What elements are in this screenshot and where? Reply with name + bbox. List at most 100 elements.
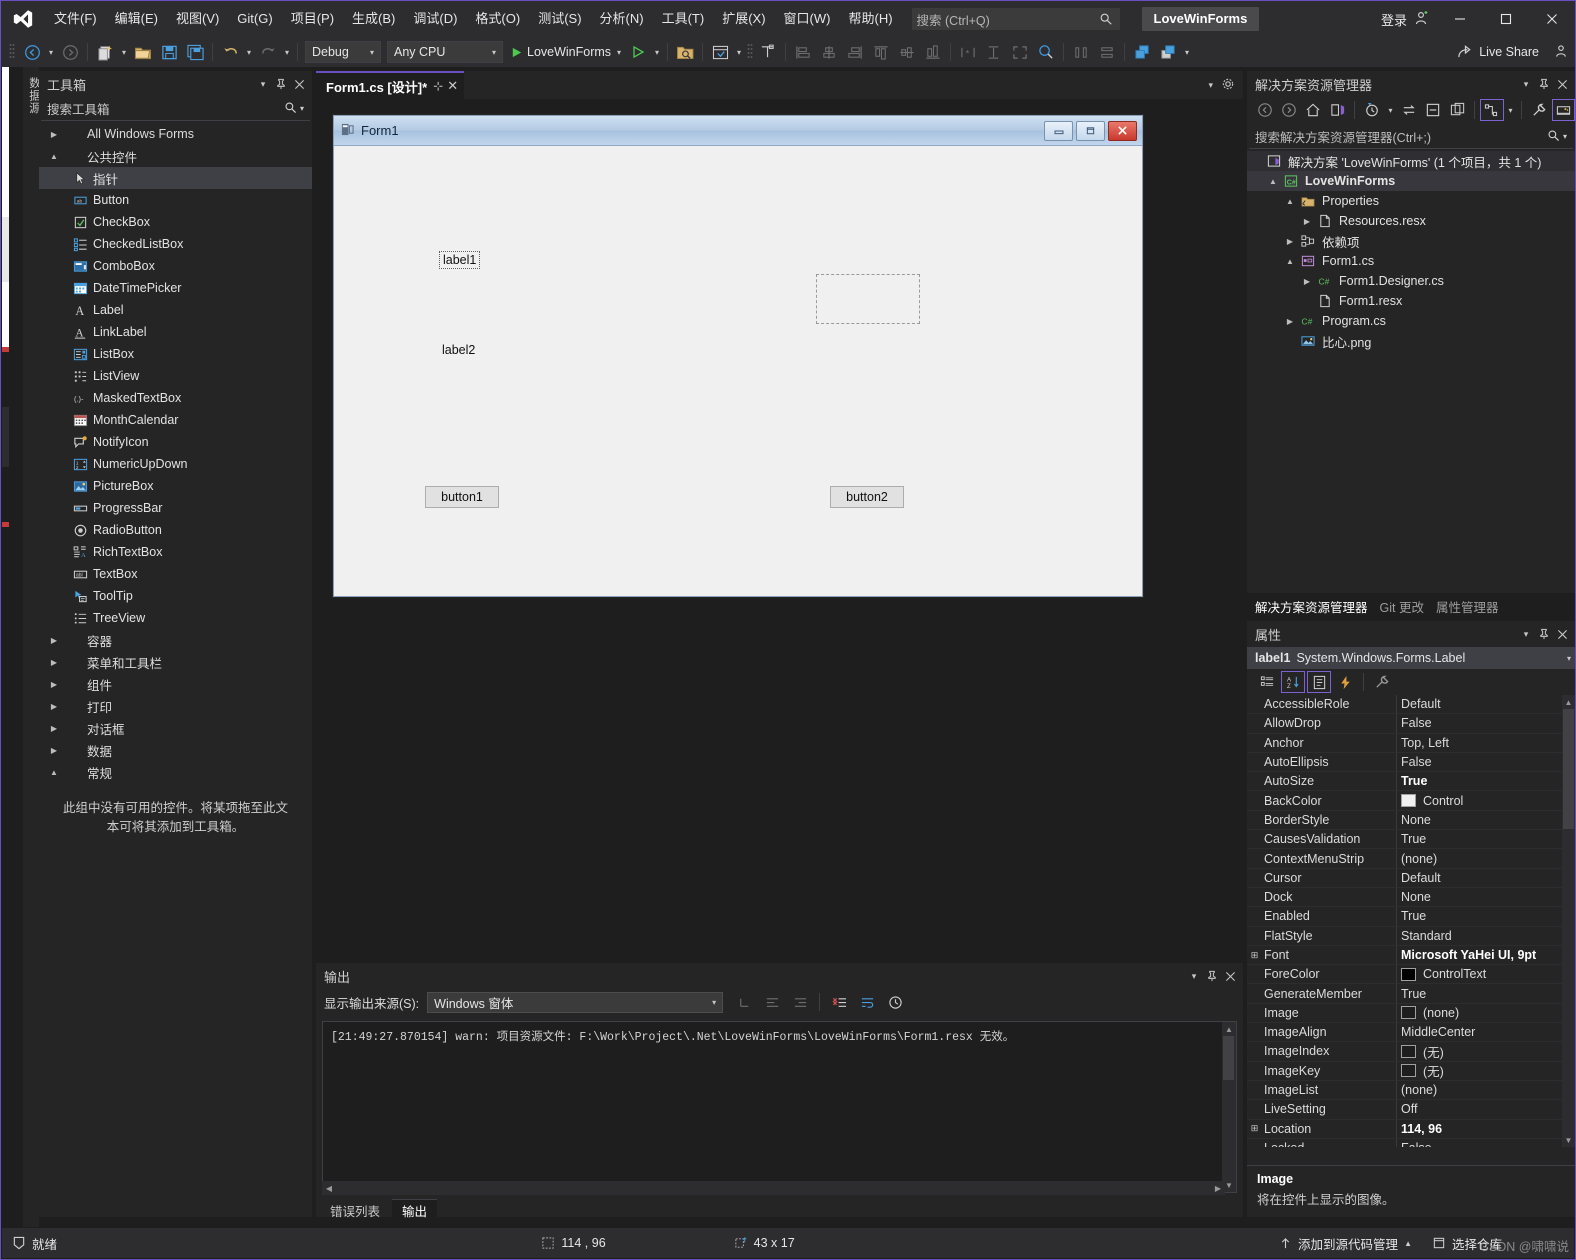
undo-icon[interactable] [217,40,243,64]
expander-collapse-icon[interactable]: ▲ [47,152,61,161]
solution-tree-node-0[interactable]: 解决方案 'LoveWinForms' (1 个项目，共 1 个) [1247,151,1575,171]
minimize-button[interactable] [1437,1,1483,37]
property-row-flatstyle[interactable]: FlatStyle Standard [1247,926,1575,946]
search-input[interactable]: 搜索 (Ctrl+Q) [911,8,1120,30]
form-design-surface[interactable]: Form1 label1 label2 button1 button2 [316,99,1243,961]
property-row-enabled[interactable]: Enabled True [1247,907,1575,927]
scroll-left-icon[interactable]: ◀ [322,1181,336,1195]
property-value-cell[interactable]: True [1396,907,1575,926]
run-options-dropdown-icon[interactable]: ▾ [651,40,663,64]
expander-collapse-icon[interactable]: ▲ [1283,257,1297,266]
status-source-control[interactable]: 添加到源代码管理 ▲ [1269,1234,1422,1253]
property-row-causesvalidation[interactable]: CausesValidation True [1247,830,1575,850]
toolbox-item-monthcalendar[interactable]: MonthCalendar [39,409,312,431]
solution-explorer-search-input[interactable]: 搜索解决方案资源管理器(Ctrl+;) ▾ [1249,125,1573,149]
property-row-borderstyle[interactable]: BorderStyle None [1247,810,1575,831]
menu-item-10[interactable]: 工具(T) [653,1,714,37]
chevron-down-icon[interactable]: ▾ [300,104,304,113]
pin-icon[interactable] [272,75,290,93]
property-row-anchor[interactable]: Anchor Top, Left [1247,733,1575,753]
property-row-image[interactable]: Image (none) [1247,1003,1575,1024]
menu-item-13[interactable]: 帮助(H) [839,1,901,37]
toolbox-item-listview[interactable]: ListView [39,365,312,387]
menu-item-3[interactable]: Git(G) [228,1,281,37]
property-row-locked[interactable]: Locked False [1247,1138,1575,1147]
toolbox-search-input[interactable]: 搜索工具箱 ▾ [41,97,310,121]
property-value-cell[interactable]: MiddleCenter [1396,1023,1575,1042]
property-value-cell[interactable]: None [1396,810,1575,830]
toolbox-item-picturebox[interactable]: PictureBox [39,475,312,497]
chevron-down-icon[interactable]: ▾ [1567,654,1571,663]
chevron-down-icon[interactable]: ▾ [254,75,272,93]
pin-tab-icon[interactable]: ⊹ [433,79,443,93]
property-row-location[interactable]: ⊞ Location 114, 96 [1247,1119,1575,1139]
toolbox-group-collapsed-1[interactable]: ▶ 菜单和工具栏 [39,651,312,673]
chevron-down-icon[interactable]: ▾ [1385,98,1397,122]
go-to-next-icon[interactable] [787,990,813,1014]
solution-tree-node-2[interactable]: ▲ Properties [1247,191,1575,211]
property-row-dock[interactable]: Dock None [1247,887,1575,908]
solution-tree-node-9[interactable]: 比心.png [1247,331,1575,351]
navigate-forward-icon[interactable] [57,40,83,64]
maximize-button[interactable] [1483,1,1529,37]
save-icon[interactable] [156,40,182,64]
go-to-previous-icon[interactable] [759,990,785,1014]
se-show-all-files-icon[interactable] [1446,99,1469,121]
property-value-cell[interactable]: (无) [1396,1061,1575,1080]
property-row-font[interactable]: ⊞ Font Microsoft YaHei UI, 9pt [1247,945,1575,966]
bottom-tab-0[interactable]: 错误列表 [320,1199,390,1221]
chevron-down-icon[interactable]: ▾ [1517,625,1535,643]
expander-expand-icon[interactable]: ▶ [47,746,61,755]
solution-tree-node-3[interactable]: ▶ Resources.resx [1247,211,1575,231]
form-close-button[interactable] [1108,120,1137,141]
property-row-generatemember[interactable]: GenerateMember True [1247,984,1575,1004]
center-vertically-icon[interactable] [1094,40,1120,64]
toggle-timestamp-icon[interactable] [882,990,908,1014]
property-row-imagelist[interactable]: ImageList (none) [1247,1080,1575,1101]
toolbox-group-1[interactable]: ▲ 公共控件 [39,145,312,167]
property-value-cell[interactable]: (none) [1396,1003,1575,1023]
property-row-imageindex[interactable]: ImageIndex (无) [1247,1042,1575,1062]
menu-item-0[interactable]: 文件(F) [45,1,106,37]
find-message-icon[interactable] [731,990,757,1014]
expander-expand-icon[interactable]: ▶ [47,702,61,711]
account-person-icon[interactable] [1411,10,1437,29]
menu-item-6[interactable]: 调试(D) [404,1,466,37]
expander-collapse-icon[interactable]: ▲ [1283,197,1297,206]
property-value-cell[interactable]: Default [1396,868,1575,887]
se-pending-changes-icon[interactable] [1360,99,1383,121]
scroll-up-icon[interactable]: ▲ [1222,1022,1236,1036]
center-horizontally-icon[interactable] [1068,40,1094,64]
menu-item-4[interactable]: 项目(P) [282,1,343,37]
output-text-area[interactable]: [21:49:27.870154] warn: 项目资源文件: F:\Work\… [322,1021,1237,1193]
toolbox-item-progressbar[interactable]: ProgressBar [39,497,312,519]
property-row-allowdrop[interactable]: AllowDrop False [1247,714,1575,734]
property-row-forecolor[interactable]: ForeColor ControlText [1247,965,1575,985]
property-row-imagekey[interactable]: ImageKey (无) [1247,1061,1575,1081]
expander-expand-icon[interactable]: ▶ [1300,277,1314,286]
align-rights-icon[interactable] [842,40,868,64]
toolbox-item-tooltip[interactable]: ToolTip [39,585,312,607]
open-file-icon[interactable] [130,40,156,64]
active-project-chip[interactable]: LoveWinForms [1141,7,1260,31]
expander-expand-icon[interactable]: ▶ [47,636,61,645]
live-share-button[interactable]: Live Share [1457,40,1575,64]
menu-item-8[interactable]: 测试(S) [529,1,590,37]
scroll-right-icon[interactable]: ▶ [1211,1181,1225,1195]
property-pages-icon[interactable] [1370,671,1394,693]
toolbox-group-collapsed-2[interactable]: ▶ 组件 [39,673,312,695]
chevron-down-icon[interactable]: ▾ [1185,971,1203,982]
toolbox-item-numericupdown[interactable]: 1 2 NumericUpDown [39,453,312,475]
se-tab-0[interactable]: 解决方案资源管理器 [1251,597,1372,616]
solution-platform-combo[interactable]: Any CPU ▾ [387,41,503,63]
sign-in-label[interactable]: 登录 [1377,10,1411,29]
se-preview-selected-icon[interactable] [1551,99,1575,121]
property-row-livesetting[interactable]: LiveSetting Off [1247,1100,1575,1120]
form-control-button1[interactable]: button1 [425,486,499,508]
toolbox-item-treeview[interactable]: TreeView [39,607,312,629]
toolbox-item-checkedlistbox[interactable]: CheckedListBox [39,233,312,255]
expander-expand-icon[interactable]: ▶ [47,658,61,667]
se-view-code-icon[interactable] [1480,99,1504,121]
expander-expand-icon[interactable]: ▶ [47,680,61,689]
save-all-icon[interactable] [182,40,208,64]
